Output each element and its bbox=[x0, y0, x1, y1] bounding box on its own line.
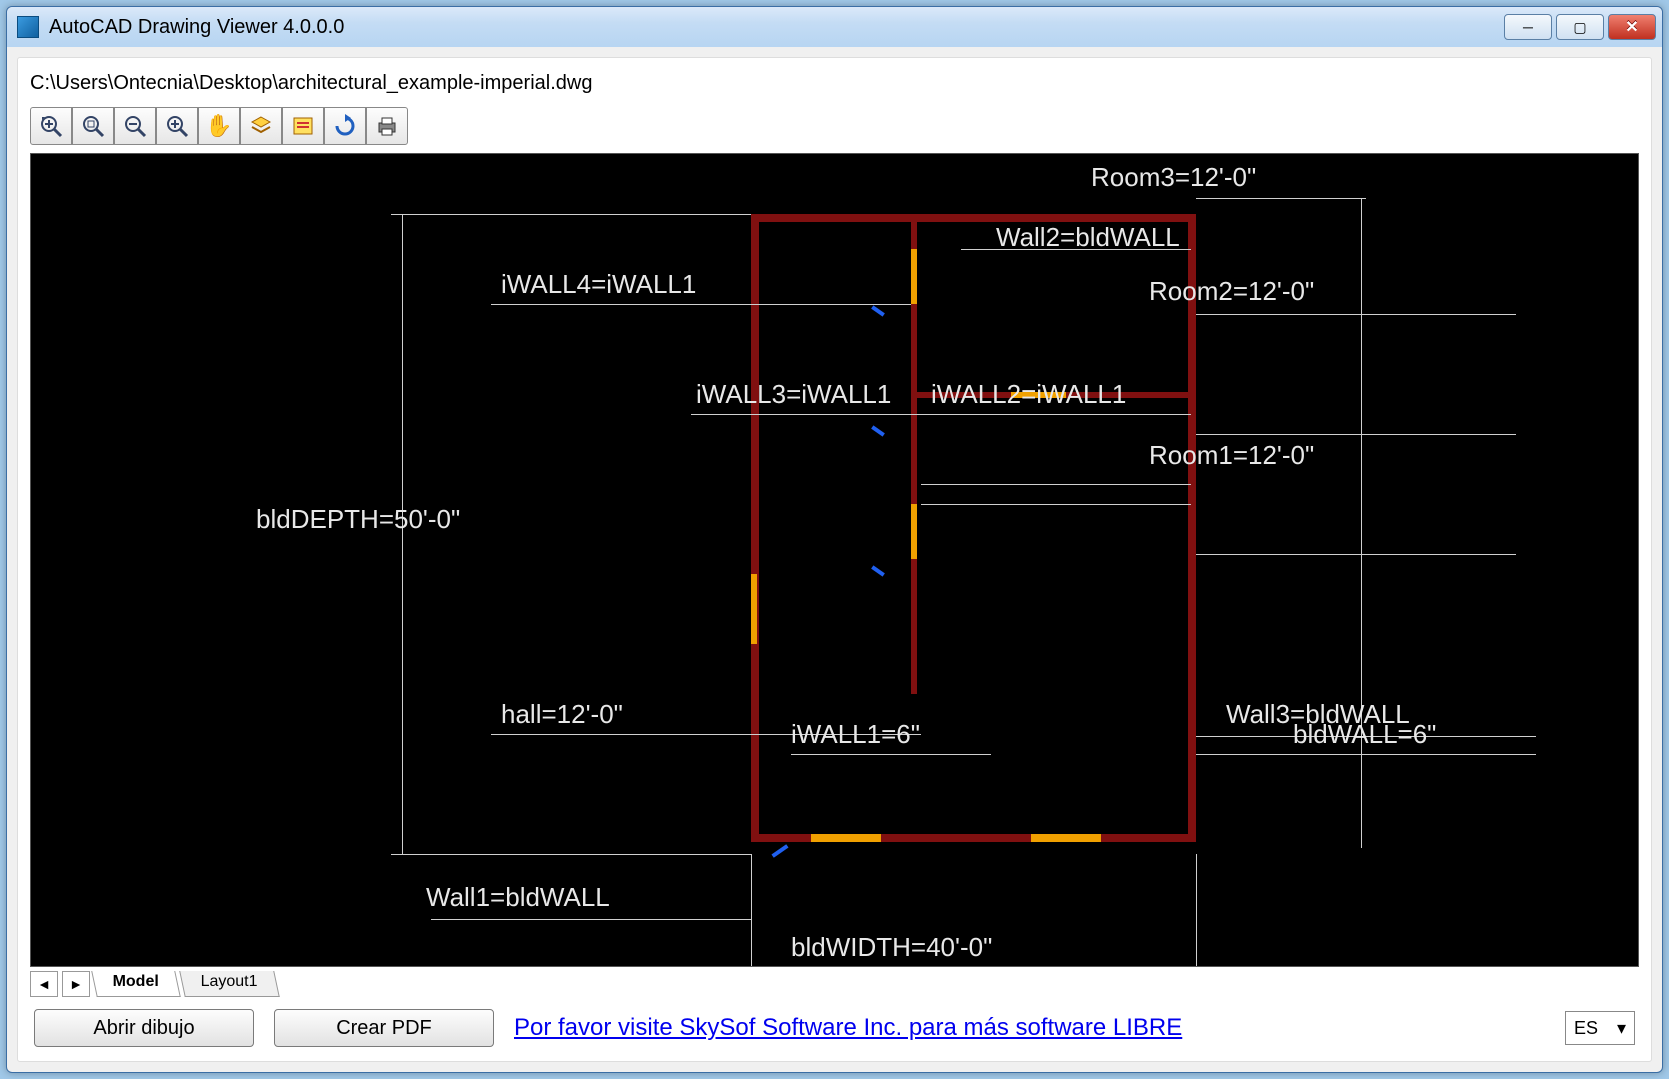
hand-icon: ✋ bbox=[205, 113, 232, 139]
dim-line bbox=[1196, 854, 1197, 967]
opening bbox=[911, 249, 917, 304]
label-iWall3: iWALL3=iWALL1 bbox=[696, 379, 891, 410]
promo-link[interactable]: Por favor visite SkySof Software Inc. pa… bbox=[514, 1014, 1545, 1042]
minimize-button[interactable]: ─ bbox=[1504, 14, 1552, 40]
wall-segment bbox=[751, 214, 759, 842]
dim-line bbox=[751, 854, 752, 967]
dim-line bbox=[431, 919, 751, 920]
door bbox=[871, 565, 885, 576]
label-iWall1: iWALL1=6" bbox=[791, 719, 920, 750]
tab-next-button[interactable]: ► bbox=[62, 971, 90, 997]
label-room2: Room2=12'-0" bbox=[1149, 276, 1314, 307]
dim-line bbox=[921, 484, 1191, 485]
opening bbox=[1031, 834, 1101, 842]
label-bldWidth: bldWIDTH=40'-0" bbox=[791, 932, 992, 963]
opening bbox=[911, 504, 917, 559]
dim-line bbox=[1196, 754, 1536, 755]
door bbox=[871, 305, 885, 316]
app-icon bbox=[17, 16, 39, 38]
file-path-label: C:\Users\Ontecnia\Desktop\architectural_… bbox=[30, 68, 1639, 107]
chevron-right-icon: ► bbox=[69, 976, 83, 992]
maximize-button[interactable]: ▢ bbox=[1556, 14, 1604, 40]
dim-line bbox=[1196, 314, 1516, 315]
zoom-window-icon bbox=[81, 114, 105, 138]
opening bbox=[811, 834, 881, 842]
zoom-window-button[interactable] bbox=[72, 107, 114, 145]
toolbar: ✋ bbox=[30, 107, 1639, 145]
label-room1: Room1=12'-0" bbox=[1149, 440, 1314, 471]
close-icon: ✕ bbox=[1625, 17, 1638, 37]
zoom-out-icon bbox=[123, 114, 147, 138]
window-controls: ─ ▢ ✕ bbox=[1504, 14, 1656, 40]
dim-line bbox=[1196, 434, 1516, 435]
tab-label: Layout1 bbox=[201, 973, 258, 991]
dim-line bbox=[751, 919, 752, 949]
app-window: AutoCAD Drawing Viewer 4.0.0.0 ─ ▢ ✕ C:\… bbox=[6, 6, 1663, 1073]
zoom-extents-icon bbox=[39, 114, 63, 138]
drawing-canvas[interactable]: bldDEPTH=50'-0" iWALL4=iWALL1 iWALL3=iWA… bbox=[30, 153, 1639, 967]
window-title: AutoCAD Drawing Viewer 4.0.0.0 bbox=[49, 16, 1504, 39]
layers-icon bbox=[249, 114, 273, 138]
chevron-down-icon: ▾ bbox=[1617, 1018, 1626, 1039]
dim-line bbox=[491, 304, 911, 305]
refresh-icon bbox=[333, 114, 357, 138]
label-bldDepth: bldDEPTH=50'-0" bbox=[256, 504, 460, 535]
language-value: ES bbox=[1574, 1018, 1598, 1039]
dim-line bbox=[1196, 554, 1516, 555]
dim-line bbox=[391, 214, 751, 215]
open-drawing-button[interactable]: Abrir dibujo bbox=[34, 1009, 254, 1047]
label-iWall4: iWALL4=iWALL1 bbox=[501, 269, 696, 300]
label-hall: hall=12'-0" bbox=[501, 699, 623, 730]
zoom-out-button[interactable] bbox=[114, 107, 156, 145]
wall-segment bbox=[1188, 214, 1196, 842]
tab-model[interactable]: Model bbox=[91, 971, 181, 997]
dim-line bbox=[921, 504, 1191, 505]
tab-prev-button[interactable]: ◄ bbox=[30, 971, 58, 997]
tab-bar: ◄ ► Model Layout1 bbox=[30, 967, 1639, 1003]
dim-line bbox=[1196, 198, 1366, 199]
bottom-bar: Abrir dibujo Crear PDF Por favor visite … bbox=[30, 1003, 1639, 1051]
titlebar[interactable]: AutoCAD Drawing Viewer 4.0.0.0 ─ ▢ ✕ bbox=[7, 7, 1662, 47]
dim-line bbox=[1361, 198, 1362, 848]
legend-icon bbox=[291, 114, 315, 138]
tab-layout1[interactable]: Layout1 bbox=[179, 971, 279, 997]
label-bldWall: bldWALL=6" bbox=[1293, 719, 1436, 750]
opening bbox=[751, 574, 757, 644]
zoom-in-button[interactable] bbox=[156, 107, 198, 145]
zoom-in-icon bbox=[165, 114, 189, 138]
language-select[interactable]: ES ▾ bbox=[1565, 1011, 1635, 1045]
chevron-left-icon: ◄ bbox=[37, 976, 51, 992]
label-wall1: Wall1=bldWALL bbox=[426, 882, 610, 913]
dim-line bbox=[391, 854, 751, 855]
pan-button[interactable]: ✋ bbox=[198, 107, 240, 145]
print-button[interactable] bbox=[366, 107, 408, 145]
client-area: C:\Users\Ontecnia\Desktop\architectural_… bbox=[17, 57, 1652, 1062]
tab-label: Model bbox=[113, 973, 159, 991]
print-icon bbox=[375, 114, 399, 138]
legend-button[interactable] bbox=[282, 107, 324, 145]
label-iWall2: iWALL2=iWALL1 bbox=[931, 379, 1126, 410]
label-wall2: Wall2=bldWALL bbox=[996, 222, 1180, 253]
create-pdf-button[interactable]: Crear PDF bbox=[274, 1009, 494, 1047]
minimize-icon: ─ bbox=[1523, 19, 1533, 35]
dim-line bbox=[791, 754, 991, 755]
maximize-icon: ▢ bbox=[1573, 19, 1586, 36]
dim-line bbox=[691, 414, 1191, 415]
door bbox=[871, 425, 885, 436]
close-button[interactable]: ✕ bbox=[1608, 14, 1656, 40]
label-room3: Room3=12'-0" bbox=[1091, 162, 1256, 193]
zoom-extents-button[interactable] bbox=[30, 107, 72, 145]
wall-segment bbox=[751, 214, 1196, 222]
layers-button[interactable] bbox=[240, 107, 282, 145]
door bbox=[771, 844, 788, 858]
refresh-button[interactable] bbox=[324, 107, 366, 145]
